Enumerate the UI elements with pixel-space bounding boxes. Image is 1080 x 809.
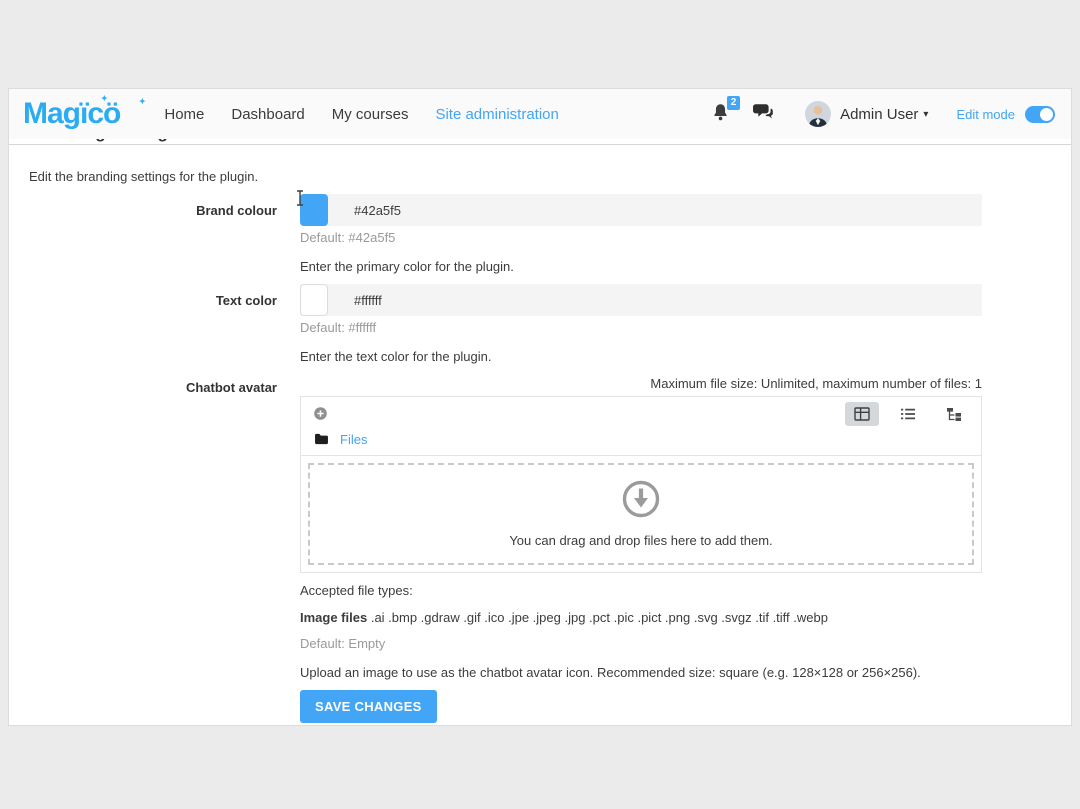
accepted-kind: Image files	[300, 610, 367, 625]
nav-item-my-courses[interactable]: My courses	[332, 106, 409, 123]
top-navbar: Magïcö ✦ ✦ Home Dashboard My courses Sit…	[9, 89, 1071, 139]
default-value-text: Default: #42a5f5	[300, 230, 982, 246]
intro-text: Edit the branding settings for the plugi…	[29, 169, 1071, 184]
drop-zone-text: You can drag and drop files here to add …	[509, 533, 772, 548]
user-menu[interactable]: Admin User	[840, 106, 918, 123]
field-help-text: Upload an image to use as the chatbot av…	[300, 665, 982, 681]
field-help-text: Enter the primary color for the plugin.	[300, 259, 982, 275]
chat-bubbles-icon	[753, 103, 775, 126]
brand-colour-value: #42a5f5	[354, 203, 401, 218]
list-view-button[interactable]	[891, 402, 925, 426]
add-file-button[interactable]	[313, 406, 328, 421]
nav-item-site-administration[interactable]: Site administration	[435, 106, 558, 123]
save-changes-button[interactable]: SAVE CHANGES	[300, 690, 437, 723]
field-control: Maximum file size: Unlimited, maximum nu…	[300, 376, 982, 723]
folder-icon	[314, 433, 329, 445]
logo[interactable]: Magïcö ✦ ✦	[17, 99, 126, 129]
sparkle-icon: ✦	[101, 95, 107, 103]
file-drop-region: You can drag and drop files here to add …	[301, 455, 981, 572]
field-label: Text color	[29, 284, 277, 364]
text-color-value: #ffffff	[354, 293, 382, 308]
drag-drop-zone[interactable]: You can drag and drop files here to add …	[308, 463, 974, 565]
field-control: #42a5f5 Default: #42a5f5 Enter the prima…	[300, 194, 982, 274]
file-manager-path: Files	[301, 427, 981, 455]
tree-view-icon	[946, 407, 962, 421]
accepted-file-types-list: Image files .ai .bmp .gdraw .gif .ico .j…	[300, 610, 982, 626]
form-row-text-color: Text color #ffffff Default: #ffffff Ente…	[29, 284, 1071, 364]
form-row-chatbot-avatar: Chatbot avatar Maximum file size: Unlimi…	[29, 376, 1071, 723]
field-help-text: Enter the text color for the plugin.	[300, 349, 982, 365]
primary-nav: Home Dashboard My courses Site administr…	[164, 106, 586, 123]
download-arrow-circle-icon	[621, 479, 661, 519]
page-background: Magïcö ✦ ✦ Home Dashboard My courses Sit…	[0, 0, 1080, 809]
page-title: Branding Settings	[31, 139, 1071, 143]
nav-item-dashboard[interactable]: Dashboard	[231, 106, 304, 123]
notifications-button[interactable]: 2	[712, 103, 729, 126]
tree-view-button[interactable]	[937, 402, 971, 426]
notification-count-badge: 2	[727, 96, 740, 110]
file-manager: Files You can drag and drop files here t…	[300, 396, 982, 573]
display-mode-buttons	[833, 402, 971, 426]
text-color-swatch[interactable]	[300, 284, 328, 316]
accepted-file-types-title: Accepted file types:	[300, 583, 982, 599]
nav-item-home[interactable]: Home	[164, 106, 204, 123]
default-value-text: Default: Empty	[300, 636, 982, 652]
list-view-icon	[900, 407, 916, 421]
default-value-text: Default: #ffffff	[300, 320, 982, 336]
user-avatar[interactable]	[805, 101, 831, 127]
form-row-brand-colour: Brand colour #42a5f5 Default: #42a5f5 En…	[29, 194, 1071, 274]
circled-plus-icon	[313, 406, 328, 421]
chevron-down-icon[interactable]: ▾	[923, 109, 928, 120]
files-breadcrumb-link[interactable]: Files	[340, 432, 367, 447]
field-label: Brand colour	[29, 194, 277, 274]
edit-mode-label: Edit mode	[956, 107, 1015, 122]
field-label: Chatbot avatar	[29, 376, 277, 723]
text-color-input[interactable]: #ffffff	[300, 284, 982, 316]
max-file-size-text: Maximum file size: Unlimited, maximum nu…	[300, 376, 982, 392]
icons-view-button[interactable]	[845, 402, 879, 426]
app-window: Magïcö ✦ ✦ Home Dashboard My courses Sit…	[8, 88, 1072, 726]
brand-colour-input[interactable]: #42a5f5	[300, 194, 982, 226]
header-divider	[9, 144, 1071, 145]
brand-colour-swatch[interactable]	[300, 194, 328, 226]
settings-form: Edit the branding settings for the plugi…	[9, 169, 1071, 723]
field-control: #ffffff Default: #ffffff Enter the text …	[300, 284, 982, 364]
messages-button[interactable]	[753, 103, 775, 126]
sparkle-icon: ✦	[139, 98, 145, 106]
file-manager-toolbar	[301, 397, 981, 427]
bell-icon	[712, 108, 729, 125]
toggle-knob	[1040, 108, 1053, 121]
navbar-right: 2	[712, 101, 1055, 127]
edit-mode-toggle[interactable]	[1025, 106, 1055, 123]
grid-view-icon	[854, 407, 870, 421]
accepted-extensions: .ai .bmp .gdraw .gif .ico .jpe .jpeg .jp…	[371, 610, 828, 625]
